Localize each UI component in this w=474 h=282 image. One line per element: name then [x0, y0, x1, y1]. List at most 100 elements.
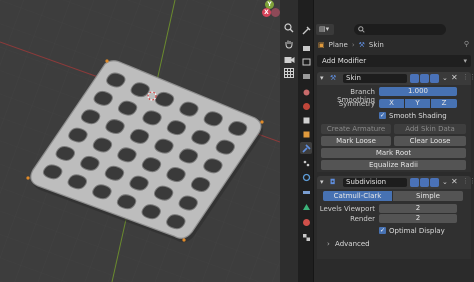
mesh-lattice-hole [67, 174, 88, 190]
mark-loose-button[interactable]: Mark Loose [321, 136, 391, 146]
render-levels-label: Render [350, 215, 375, 223]
mesh-lattice-hole [228, 120, 248, 137]
view-layer-tab-icon[interactable] [300, 70, 312, 82]
catmull-clark-toggle[interactable]: Catmull-Clark [323, 191, 392, 201]
mesh-lattice-hole [93, 90, 113, 106]
symmetry-z-toggle[interactable]: Z [431, 99, 457, 108]
object-icon: ▣ [318, 41, 325, 49]
modifier-tab-icon[interactable] [300, 142, 312, 154]
symmetry-x-toggle[interactable]: X [379, 99, 404, 108]
viewport-display-toggle-icon[interactable] [420, 74, 429, 83]
equalize-radii-button[interactable]: Equalize Radii [321, 160, 466, 170]
breadcrumb-object: Plane [328, 41, 348, 49]
vertex-marker [260, 120, 264, 124]
edit-mode-toggle-icon[interactable] [410, 178, 419, 187]
subdivision-modifier-icon: ◘ [330, 178, 336, 186]
mark-root-button[interactable]: Mark Root [321, 148, 466, 158]
drag-handle-icon[interactable]: ⋮⋮ [462, 177, 474, 185]
mesh-lattice-hole [116, 194, 137, 210]
mesh-lattice-hole [191, 129, 211, 145]
subdivision-modifier-header[interactable]: ▾ ◘ Subdivision ⌄ ✕ ⋮⋮ [317, 176, 474, 189]
close-icon[interactable]: ✕ [451, 177, 458, 186]
texture-tab-icon[interactable] [300, 231, 312, 243]
physics-tab-icon[interactable] [300, 171, 312, 183]
output-tab-icon[interactable] [300, 56, 312, 68]
collapse-arrow-icon[interactable]: ▾ [320, 74, 324, 82]
mesh-lattice-hole [129, 128, 150, 144]
constraints-tab-icon[interactable] [300, 186, 312, 198]
breadcrumb-modifier: Skin [368, 41, 384, 49]
vertex-marker [105, 59, 109, 63]
mesh-lattice-hole [80, 155, 100, 171]
mesh-lattice-hole [104, 165, 125, 181]
ortho-grid-icon[interactable] [283, 67, 295, 79]
vertex-marker [26, 176, 30, 180]
mesh-lattice-hole [178, 195, 198, 211]
clear-loose-button[interactable]: Clear Loose [394, 136, 466, 146]
render-toggle-icon[interactable] [430, 74, 439, 83]
gizmo-x-axis[interactable]: X [262, 8, 271, 17]
render-toggle-icon[interactable] [430, 178, 439, 187]
search-input[interactable] [354, 24, 446, 35]
navigation-gizmo[interactable]: Y X [258, 0, 280, 18]
collapse-arrow-icon[interactable]: ▾ [320, 178, 324, 186]
camera-icon[interactable] [283, 53, 295, 65]
viewport-navigation-bar [280, 0, 298, 282]
mesh-lattice-hole [129, 175, 149, 191]
object-tab-icon[interactable] [300, 128, 312, 140]
modifier-name-field[interactable]: Skin [343, 74, 407, 83]
smooth-shading-checkbox[interactable]: ✓ [379, 112, 386, 119]
drag-handle-icon[interactable]: ⋮⋮ [462, 73, 474, 81]
add-skin-data-button[interactable]: Add Skin Data [394, 124, 466, 134]
collection-tab-icon[interactable] [300, 114, 312, 126]
mesh-lattice-hole [166, 214, 186, 230]
optimal-display-checkbox[interactable]: ✓ [379, 227, 386, 234]
scene-tab-icon[interactable] [300, 86, 312, 98]
zoom-icon[interactable] [283, 22, 295, 34]
material-tab-icon[interactable] [300, 216, 312, 228]
mesh-lattice-hole [178, 148, 199, 164]
world-tab-icon[interactable] [300, 100, 312, 112]
tool-tab-icon[interactable] [300, 24, 312, 36]
render-levels-field[interactable]: 2 [379, 214, 457, 223]
3d-viewport[interactable]: Y X [0, 0, 280, 282]
levels-viewport-field[interactable]: 2 [379, 204, 457, 213]
skin-modifier-body: Branch Smoothing 1.000 Symmetry X Y Z ✓ … [317, 85, 471, 172]
edit-mode-toggle-icon[interactable] [410, 74, 419, 83]
skin-modifier-header[interactable]: ▾ ⚒ Skin ⌄ ✕ ⋮⋮ [317, 72, 474, 85]
add-modifier-dropdown[interactable]: Add Modifier ▾ [317, 55, 471, 67]
branch-smoothing-field[interactable]: 1.000 [379, 87, 457, 96]
mesh-lattice-hole [117, 100, 138, 116]
subdivision-modifier-body: Catmull-Clark Simple Levels Viewport 2 R… [317, 189, 471, 259]
chevron-down-icon[interactable]: ⌄ [442, 178, 448, 186]
viewport-scene[interactable] [0, 0, 280, 282]
gizmo-neg-axis[interactable] [271, 8, 280, 17]
render-tab-icon[interactable] [300, 42, 312, 54]
mesh-lattice-hole [106, 72, 126, 88]
mesh-lattice-hole [42, 164, 63, 180]
chevron-right-icon: › [327, 240, 330, 248]
create-armature-button[interactable]: Create Armature [321, 124, 391, 134]
simple-toggle[interactable]: Simple [393, 191, 463, 201]
levels-viewport-label: Levels Viewport [319, 205, 375, 213]
modifier-name-field[interactable]: Subdivision [343, 178, 407, 187]
particles-tab-icon[interactable] [300, 157, 312, 169]
mesh-lattice-hole [215, 139, 235, 155]
symmetry-y-toggle[interactable]: Y [405, 99, 430, 108]
smooth-shading-label: Smooth Shading [389, 112, 447, 120]
mesh-lattice-hole [142, 110, 162, 126]
pin-icon[interactable]: ⚲ [464, 40, 469, 48]
mesh-lattice-hole [55, 145, 76, 161]
properties-panel: ▤▾ ▣ Plane › ⚒ Skin ⚲ Add Modifier ▾ ▾ ⚒… [314, 0, 474, 282]
chevron-down-icon[interactable]: ⌄ [442, 74, 448, 82]
hand-pan-icon[interactable] [283, 38, 295, 50]
data-tab-icon[interactable] [300, 201, 312, 213]
mesh-lattice-hole [117, 147, 137, 163]
wrench-icon: ⚒ [358, 41, 365, 49]
mesh-lattice-hole [92, 184, 112, 200]
mesh-lattice-hole [80, 109, 101, 125]
viewport-display-toggle-icon[interactable] [420, 178, 429, 187]
editor-type-icon[interactable]: ▤▾ [316, 24, 334, 35]
close-icon[interactable]: ✕ [451, 73, 458, 82]
advanced-subpanel-header[interactable]: › Advanced [327, 240, 370, 248]
